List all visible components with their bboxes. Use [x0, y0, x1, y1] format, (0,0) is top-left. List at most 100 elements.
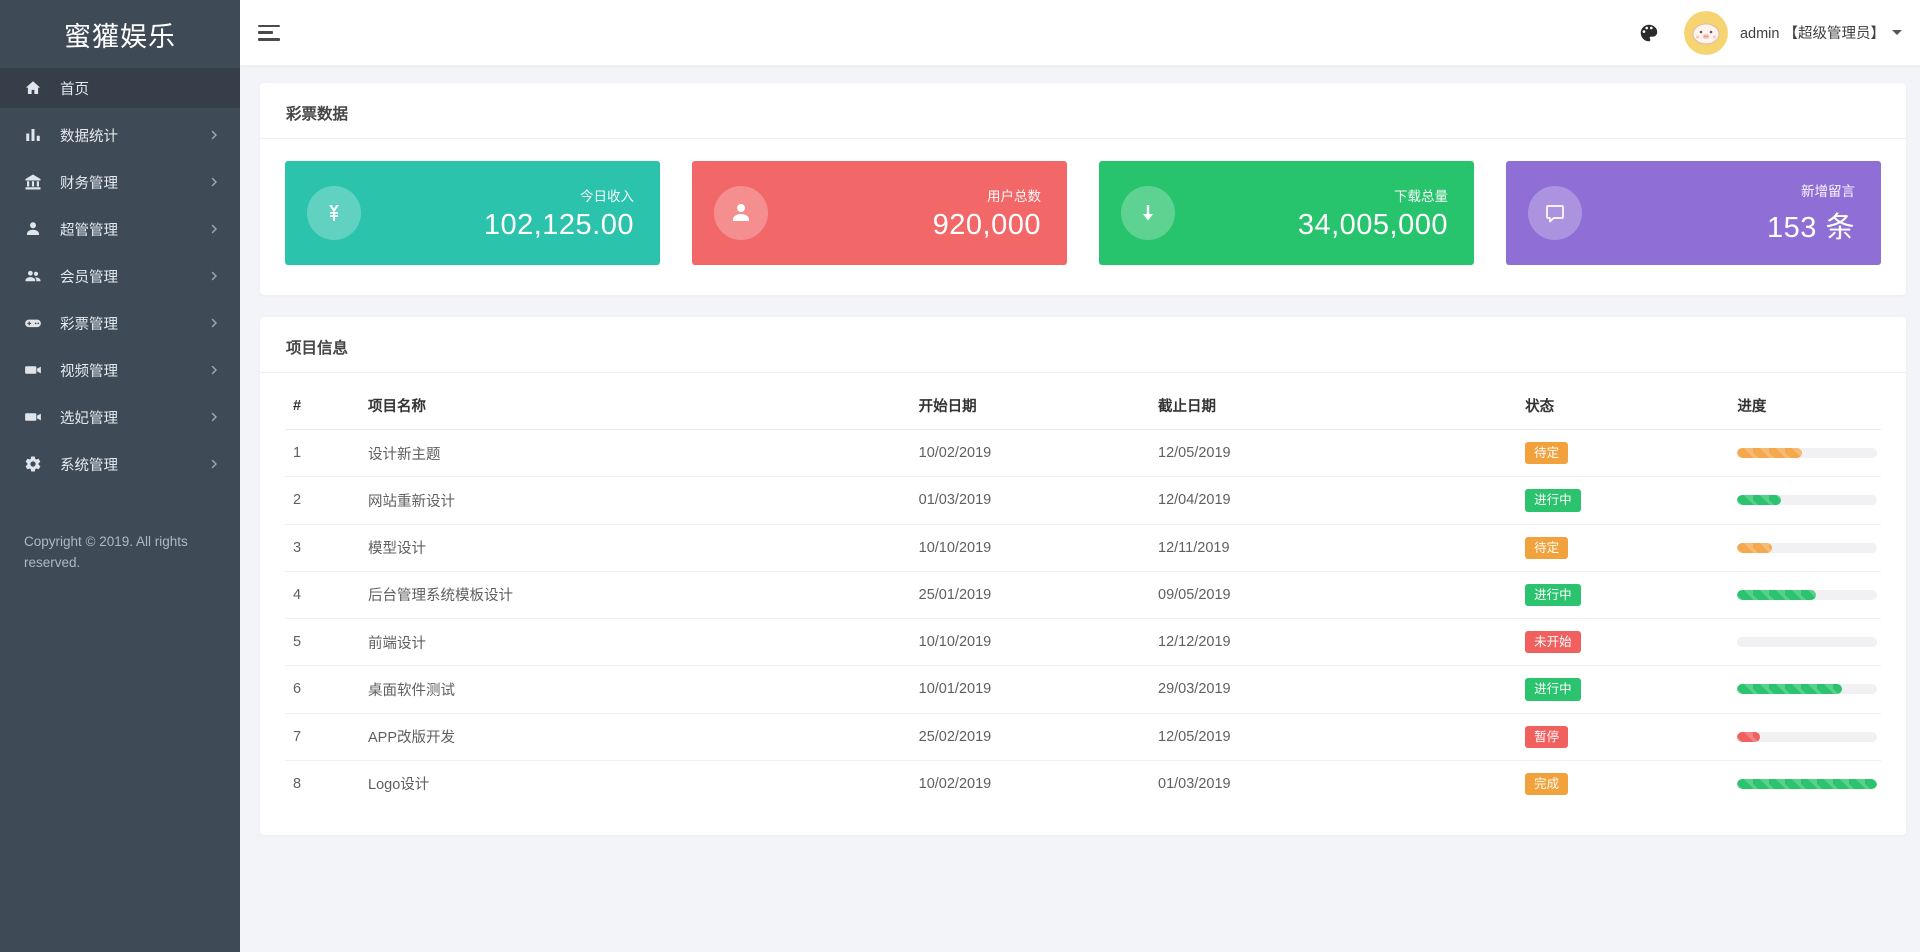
table-row: 3 模型设计 10/10/2019 12/11/2019 待定 [285, 524, 1881, 572]
stat-card-value: 34,005,000 [1297, 208, 1448, 241]
status-badge: 未开始 [1525, 631, 1581, 654]
sidebar-item-5[interactable]: 彩票管理 [0, 303, 240, 343]
stat-card-value: 102,125.00 [483, 208, 634, 241]
progress-track [1737, 495, 1878, 506]
projects-panel: 项目信息 # 项目名称 开始日期 截止日期 状态 进度 1 设计新主题 10/0… [260, 317, 1906, 835]
user-menu[interactable]: admin 【超级管理员】 [1740, 22, 1902, 43]
cell-name: 网站重新设计 [360, 476, 911, 525]
cell-end-date: 09/05/2019 [1150, 571, 1518, 620]
stat-cards: 今日收入 102,125.00 用户总数 920,000 下载总量 34,005… [260, 139, 1906, 295]
col-header-name: 项目名称 [360, 379, 911, 430]
sidebar-item-label: 视频管理 [60, 363, 118, 380]
cell-index: 7 [285, 713, 360, 761]
stats-panel: 彩票数据 今日收入 102,125.00 用户总数 920,000 下载总量 3… [260, 83, 1906, 295]
progress-fill [1737, 589, 1816, 600]
home-icon [24, 79, 42, 97]
cell-start-date: 10/02/2019 [910, 429, 1151, 478]
cell-index: 2 [285, 476, 360, 525]
col-header-status: 状态 [1517, 379, 1730, 430]
projects-table-body: 1 设计新主题 10/02/2019 12/05/2019 待定 2 网站重新设… [285, 429, 1881, 808]
status-badge: 待定 [1525, 536, 1569, 559]
download-icon [1136, 201, 1160, 225]
stat-card-label: 今日收入 [580, 188, 634, 204]
stat-card-2: 下载总量 34,005,000 [1099, 161, 1474, 265]
cell-name: Logo设计 [368, 777, 430, 794]
sidebar-item-4[interactable]: 会员管理 [0, 256, 240, 296]
table-header-row: # 项目名称 开始日期 截止日期 状态 进度 [285, 379, 1881, 430]
gear-icon [24, 455, 42, 473]
sidebar-item-label: 彩票管理 [60, 316, 118, 333]
col-header-index: # [285, 379, 360, 430]
cell-start-date: 25/02/2019 [910, 713, 1151, 761]
progress-track [1737, 637, 1878, 648]
table-row: 7 APP改版开发 25/02/2019 12/05/2019 暂停 [285, 713, 1881, 761]
table-row: 8 Logo设计 10/02/2019 01/03/2019 完成 [285, 760, 1881, 807]
chevron-right-icon [208, 223, 220, 235]
stat-card-label: 新增留言 [1801, 184, 1855, 199]
sidebar-item-8[interactable]: 系统管理 [0, 444, 240, 484]
cell-end-date: 12/11/2019 [1150, 524, 1518, 572]
stat-card-label: 用户总数 [987, 188, 1041, 204]
col-header-start: 开始日期 [910, 379, 1151, 430]
table-row: 1 设计新主题 10/02/2019 12/05/2019 待定 [285, 429, 1881, 478]
main-content: 彩票数据 今日收入 102,125.00 用户总数 920,000 下载总量 3… [240, 66, 1920, 952]
stat-card-3: 新增留言 153 条 [1506, 161, 1881, 265]
status-badge: 暂停 [1525, 725, 1569, 748]
header: admin 【超级管理员】 [240, 0, 1920, 66]
cell-name: 设计新主题 [360, 429, 911, 478]
cell-start-date: 10/10/2019 [910, 618, 1151, 667]
progress-fill [1737, 778, 1878, 789]
cell-start-date: 25/01/2019 [910, 571, 1151, 620]
sidebar-item-label: 财务管理 [60, 175, 118, 192]
cell-start-date: 01/03/2019 [910, 476, 1151, 525]
sidebar-item-3[interactable]: 超管管理 [0, 209, 240, 249]
bank-icon [24, 173, 42, 191]
cell-name: APP改版开发 [360, 713, 911, 761]
sidebar: 蜜獾娱乐 首页 数据统计 财务管理 超管管理 会员管理 彩票管理 视频管理 选妃… [0, 0, 240, 952]
stats-panel-title: 彩票数据 [260, 83, 1906, 139]
progress-track [1737, 542, 1878, 553]
progress-track [1737, 778, 1878, 789]
sidebar-item-0[interactable]: 首页 [0, 68, 240, 108]
table-row: 5 前端设计 10/10/2019 12/12/2019 未开始 [285, 618, 1881, 667]
sidebar-item-6[interactable]: 视频管理 [0, 350, 240, 390]
progress-fill [1737, 448, 1802, 459]
palette-icon[interactable] [1638, 22, 1660, 44]
projects-table: # 项目名称 开始日期 截止日期 状态 进度 1 设计新主题 10/02/201… [285, 379, 1881, 807]
chevron-right-icon [208, 458, 220, 470]
user-icon [24, 220, 42, 238]
cell-start-date: 10/10/2019 [910, 524, 1151, 572]
sidebar-item-7[interactable]: 选妃管理 [0, 397, 240, 437]
user-name: admin 【超级管理员】 [1739, 26, 1885, 42]
sidebar-item-label: 系统管理 [60, 457, 118, 474]
sidebar-item-label: 超管管理 [60, 222, 118, 239]
menu-toggle-button[interactable] [258, 24, 282, 42]
chevron-right-icon [208, 317, 220, 329]
progress-fill [1737, 684, 1843, 695]
chevron-right-icon [208, 411, 220, 423]
table-row: 6 桌面软件测试 10/01/2019 29/03/2019 进行中 [285, 665, 1881, 714]
sidebar-item-1[interactable]: 数据统计 [0, 115, 240, 155]
sidebar-item-label: 选妃管理 [60, 410, 118, 427]
progress-track [1737, 731, 1878, 742]
progress-track [1737, 684, 1878, 695]
cell-index: 3 [285, 524, 360, 572]
sidebar-item-2[interactable]: 财务管理 [0, 162, 240, 202]
chevron-right-icon [208, 176, 220, 188]
table-row: 4 后台管理系统模板设计 25/01/2019 09/05/2019 进行中 [285, 571, 1881, 620]
stat-card-value: 920,000 [932, 208, 1041, 241]
video-icon [24, 408, 42, 426]
cell-name: 后台管理系统模板设计 [360, 571, 911, 620]
avatar[interactable] [1683, 10, 1728, 55]
sidebar-item-label: 会员管理 [60, 269, 118, 286]
cell-end-date: 12/04/2019 [1150, 476, 1518, 525]
col-header-progress: 进度 [1729, 379, 1881, 430]
status-badge: 进行中 [1525, 489, 1581, 512]
stat-card-0: 今日收入 102,125.00 [285, 161, 660, 265]
chat-icon [1543, 201, 1567, 225]
projects-panel-title: 项目信息 [260, 317, 1906, 373]
sidebar-menu: 首页 数据统计 财务管理 超管管理 会员管理 彩票管理 视频管理 选妃管理 系统… [0, 68, 240, 484]
progress-fill [1737, 542, 1773, 553]
progress-track [1737, 448, 1878, 459]
sidebar-item-label: 首页 [60, 81, 89, 98]
